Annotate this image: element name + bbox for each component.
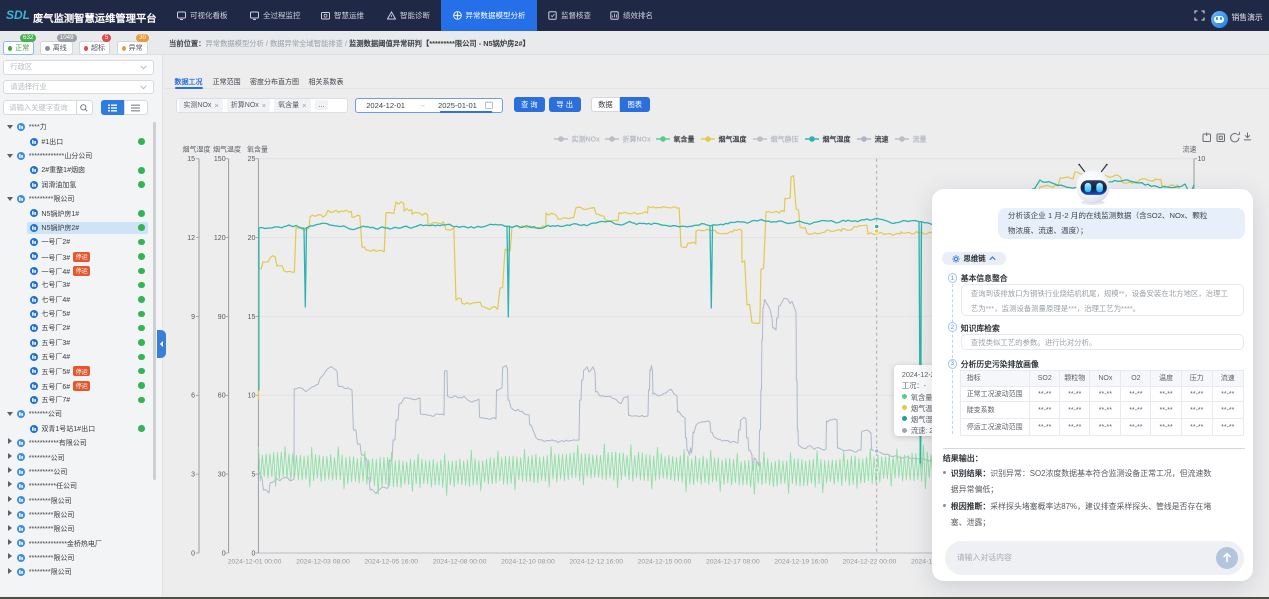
svg-text:30: 30	[218, 472, 226, 479]
svg-text:烟气温度: 烟气温度	[719, 135, 748, 144]
svg-text:10: 10	[248, 393, 256, 400]
svg-text:2024-12-10 08:00: 2024-12-10 08:00	[501, 559, 555, 566]
svg-text:氧含量: 氧含量	[673, 135, 695, 144]
svg-text:烟气静压: 烟气静压	[771, 135, 799, 144]
svg-text:2024-12-12 16:00: 2024-12-12 16:00	[569, 559, 623, 566]
svg-text:12: 12	[187, 235, 195, 242]
svg-text:15: 15	[248, 314, 256, 321]
svg-text:流速: 流速	[875, 135, 889, 144]
svg-text:2024-12-01 00:00: 2024-12-01 00:00	[228, 559, 282, 566]
svg-text:90: 90	[218, 314, 226, 321]
svg-text:6: 6	[191, 393, 195, 400]
svg-text:2024-12-08 00:00: 2024-12-08 00:00	[433, 559, 487, 566]
svg-text:烟气湿度: 烟气湿度	[823, 135, 852, 144]
svg-text:流速: 流速	[1183, 145, 1197, 154]
svg-text:0: 0	[191, 550, 195, 557]
svg-text:2024-12-03 08:00: 2024-12-03 08:00	[296, 559, 350, 566]
svg-text:5: 5	[251, 472, 255, 479]
svg-text:9: 9	[191, 314, 195, 321]
svg-text:150: 150	[214, 156, 226, 163]
svg-text:烟气湿度: 烟气湿度	[183, 145, 211, 154]
svg-text:2024-12-15 00:00: 2024-12-15 00:00	[638, 559, 692, 566]
svg-text:2024-12-05 16:00: 2024-12-05 16:00	[364, 559, 418, 566]
svg-text:15: 15	[187, 156, 195, 163]
svg-text:10: 10	[1198, 156, 1206, 163]
svg-text:2024-12-22 00:00: 2024-12-22 00:00	[843, 559, 897, 566]
svg-text:0: 0	[251, 550, 255, 557]
svg-text:流量: 流量	[913, 135, 927, 144]
svg-text:实测NOx: 实测NOx	[572, 135, 600, 144]
svg-text:0: 0	[222, 550, 226, 557]
svg-text:20: 20	[248, 235, 256, 242]
svg-text:3: 3	[191, 472, 195, 479]
svg-text:折算NOx: 折算NOx	[623, 135, 651, 144]
svg-text:120: 120	[214, 235, 226, 242]
svg-text:2024-12-19 16:00: 2024-12-19 16:00	[774, 559, 828, 566]
svg-text:2024-12-17 08:00: 2024-12-17 08:00	[706, 559, 760, 566]
svg-text:烟气温度: 烟气温度	[213, 145, 241, 154]
svg-text:60: 60	[218, 393, 226, 400]
svg-text:25: 25	[248, 156, 256, 163]
svg-text:氧含量: 氧含量	[247, 145, 268, 154]
